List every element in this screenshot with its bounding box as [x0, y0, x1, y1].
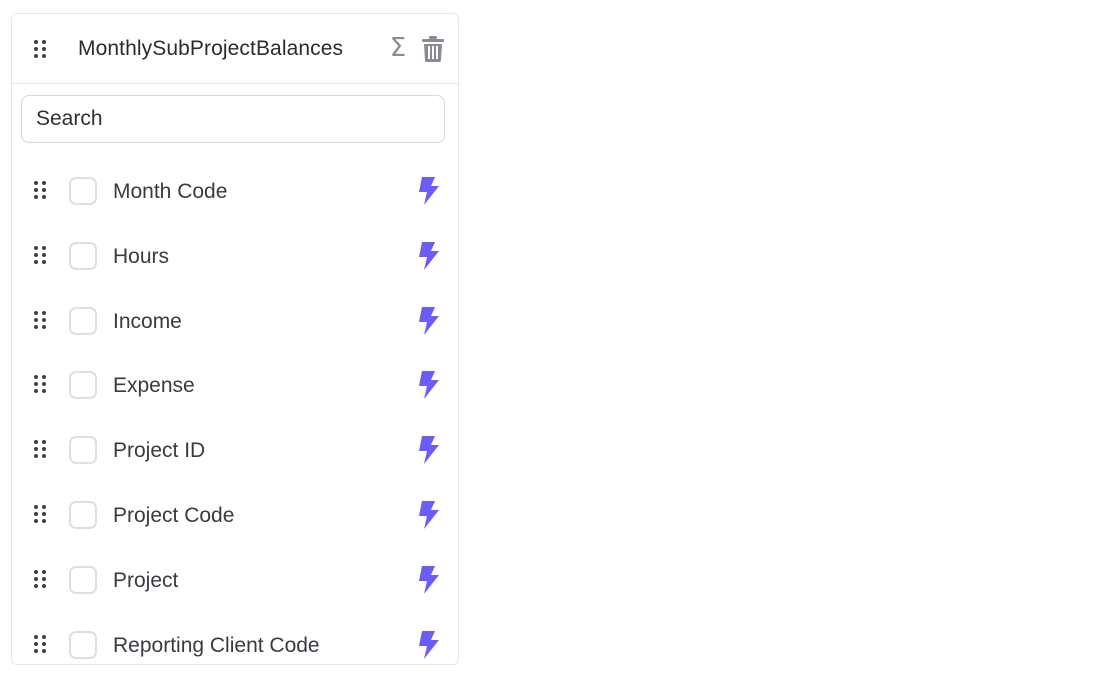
lightning-bolt-icon[interactable]	[416, 371, 440, 400]
drag-handle-icon[interactable]	[34, 40, 48, 60]
field-checkbox[interactable]	[69, 306, 97, 335]
field-label: Project ID	[113, 439, 206, 463]
drag-handle-icon[interactable]	[34, 569, 48, 590]
field-checkbox[interactable]	[69, 630, 97, 659]
drag-handle-icon[interactable]	[34, 245, 48, 266]
field-row[interactable]: Project ID	[12, 423, 458, 479]
lightning-bolt-icon[interactable]	[416, 436, 440, 465]
field-checkbox[interactable]	[69, 241, 97, 270]
field-checkbox[interactable]	[69, 177, 97, 205]
drag-handle-icon[interactable]	[34, 310, 48, 331]
field-checkbox[interactable]	[69, 436, 97, 465]
field-row[interactable]: Expense	[12, 358, 458, 414]
sigma-icon[interactable]: Σ	[386, 34, 410, 62]
field-label: Project	[113, 568, 179, 592]
lightning-bolt-icon[interactable]	[416, 306, 440, 335]
lightning-bolt-icon[interactable]	[416, 241, 440, 270]
table-fields-panel: MonthlySubProjectBalances Σ Month Code Ho…	[11, 13, 459, 665]
field-label: Project Code	[113, 504, 235, 527]
lightning-bolt-icon[interactable]	[416, 630, 440, 659]
drag-handle-icon[interactable]	[34, 375, 48, 395]
field-label: Hours	[113, 244, 170, 268]
trash-icon[interactable]	[422, 36, 444, 62]
field-checkbox[interactable]	[69, 565, 97, 594]
field-row[interactable]: Project	[12, 553, 458, 609]
field-row[interactable]: Project Code	[12, 488, 458, 544]
field-label: Income	[113, 309, 182, 333]
drag-handle-icon[interactable]	[34, 634, 48, 655]
field-label: Expense	[113, 374, 195, 398]
field-label: Reporting Client Code	[113, 633, 320, 657]
lightning-bolt-icon[interactable]	[416, 177, 440, 205]
drag-handle-icon[interactable]	[34, 181, 48, 201]
field-row[interactable]: Reporting Client Code	[12, 618, 458, 664]
panel-header: MonthlySubProjectBalances Σ	[12, 14, 458, 84]
panel-title: MonthlySubProjectBalances	[78, 37, 344, 60]
lightning-bolt-icon[interactable]	[416, 501, 440, 529]
lightning-bolt-icon[interactable]	[416, 565, 440, 594]
field-checkbox[interactable]	[69, 501, 97, 529]
field-checkbox[interactable]	[69, 371, 97, 400]
drag-handle-icon[interactable]	[34, 440, 48, 460]
field-label: Month Code	[113, 180, 228, 203]
field-row[interactable]: Income	[12, 294, 458, 350]
search-input[interactable]	[21, 95, 445, 143]
field-row[interactable]: Hours	[12, 229, 458, 285]
drag-handle-icon[interactable]	[34, 505, 48, 525]
field-row[interactable]: Month Code	[12, 164, 458, 220]
